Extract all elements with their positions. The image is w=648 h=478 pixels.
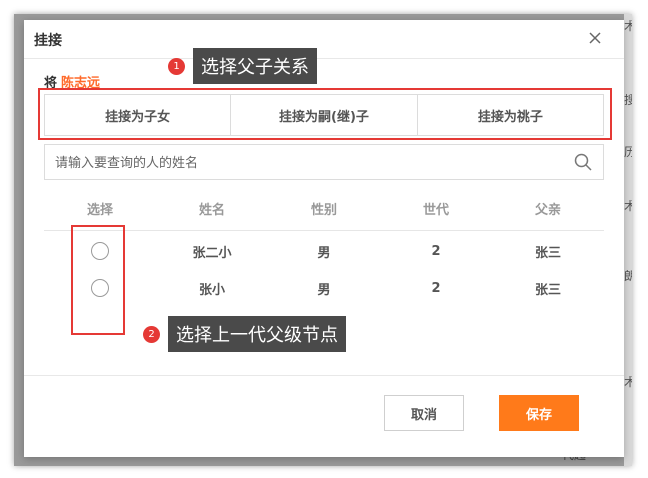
- callout-parent-node: 2 选择上一代父级节点: [143, 316, 346, 352]
- dialog-header: 挂接: [24, 20, 624, 59]
- cell-gender: 男: [317, 282, 331, 298]
- tab-heir-son[interactable]: 挂接为嗣(继)子: [231, 95, 418, 135]
- cell-gender: 男: [317, 245, 331, 261]
- background-text: 术: [624, 376, 632, 388]
- search-icon[interactable]: [573, 152, 593, 172]
- callout-text: 选择上一代父级节点: [168, 316, 346, 352]
- header-name: 姓名: [198, 203, 225, 218]
- cell-generation: 2: [431, 243, 441, 259]
- save-button[interactable]: 保存: [499, 395, 579, 431]
- background-text: 术: [624, 20, 632, 32]
- header-generation: 世代: [422, 203, 449, 218]
- table-row: 张二小 男 2 张三: [44, 233, 604, 269]
- table-row: 张小 男 2 张三: [44, 270, 604, 306]
- background-text: 朗: [624, 270, 632, 282]
- background-text: 历: [624, 146, 632, 158]
- relationship-tabs: 挂接为子女 挂接为嗣(继)子 挂接为祧子: [44, 94, 604, 136]
- tab-tiao-son[interactable]: 挂接为祧子: [418, 95, 603, 135]
- cancel-button[interactable]: 取消: [384, 395, 464, 431]
- cell-name: 张小: [198, 282, 225, 298]
- search-input[interactable]: [53, 151, 557, 175]
- footer-divider: [24, 375, 624, 376]
- close-icon[interactable]: [586, 29, 604, 47]
- header-gender: 性别: [310, 203, 337, 218]
- hook-dialog: 挂接 将陈志远 挂接为子女 挂接为嗣(继)子 挂接为祧子 选择 姓名 性别 世代…: [24, 20, 624, 457]
- parent-select-highlight-box: [71, 225, 125, 335]
- callout-relationship: 1 选择父子关系: [168, 48, 317, 84]
- tab-child[interactable]: 挂接为子女: [45, 95, 232, 135]
- background-page-strip: [624, 14, 632, 466]
- callout-text: 选择父子关系: [193, 48, 317, 84]
- callout-number-badge: 1: [168, 57, 185, 75]
- callout-number-badge: 2: [143, 325, 160, 343]
- background-text: 搜: [624, 94, 632, 106]
- table-header: 选择 姓名 性别 世代 父亲: [44, 200, 604, 231]
- cell-father: 张三: [534, 245, 561, 261]
- header-father: 父亲: [534, 203, 561, 218]
- dialog-title: 挂接: [34, 33, 62, 49]
- search-box: [44, 144, 604, 180]
- cell-generation: 2: [431, 280, 441, 296]
- background-text: 术: [624, 200, 632, 212]
- cell-father: 张三: [534, 282, 561, 298]
- cell-name: 张二小: [192, 245, 232, 261]
